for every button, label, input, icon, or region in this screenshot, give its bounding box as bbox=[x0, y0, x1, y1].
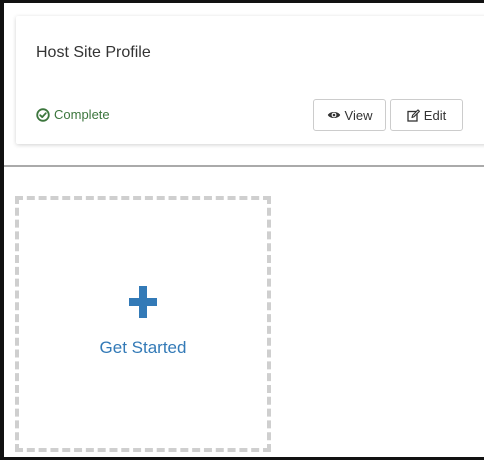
status-label: Complete bbox=[54, 107, 110, 122]
host-site-profile-card: Host Site Profile Complete View Edit bbox=[16, 16, 484, 144]
section-divider bbox=[4, 165, 484, 167]
edit-icon bbox=[407, 108, 420, 122]
view-button[interactable]: View bbox=[313, 99, 386, 131]
card-title: Host Site Profile bbox=[36, 44, 151, 61]
status-indicator: Complete bbox=[36, 107, 110, 122]
view-button-label: View bbox=[344, 107, 373, 123]
check-circle-icon bbox=[36, 107, 50, 122]
get-started-label: Get Started bbox=[99, 338, 187, 357]
eye-icon bbox=[327, 112, 340, 118]
plus-icon bbox=[129, 286, 157, 318]
edit-button[interactable]: Edit bbox=[390, 99, 463, 131]
get-started-tile[interactable]: Get Started bbox=[15, 196, 271, 452]
edit-button-label: Edit bbox=[423, 107, 447, 123]
